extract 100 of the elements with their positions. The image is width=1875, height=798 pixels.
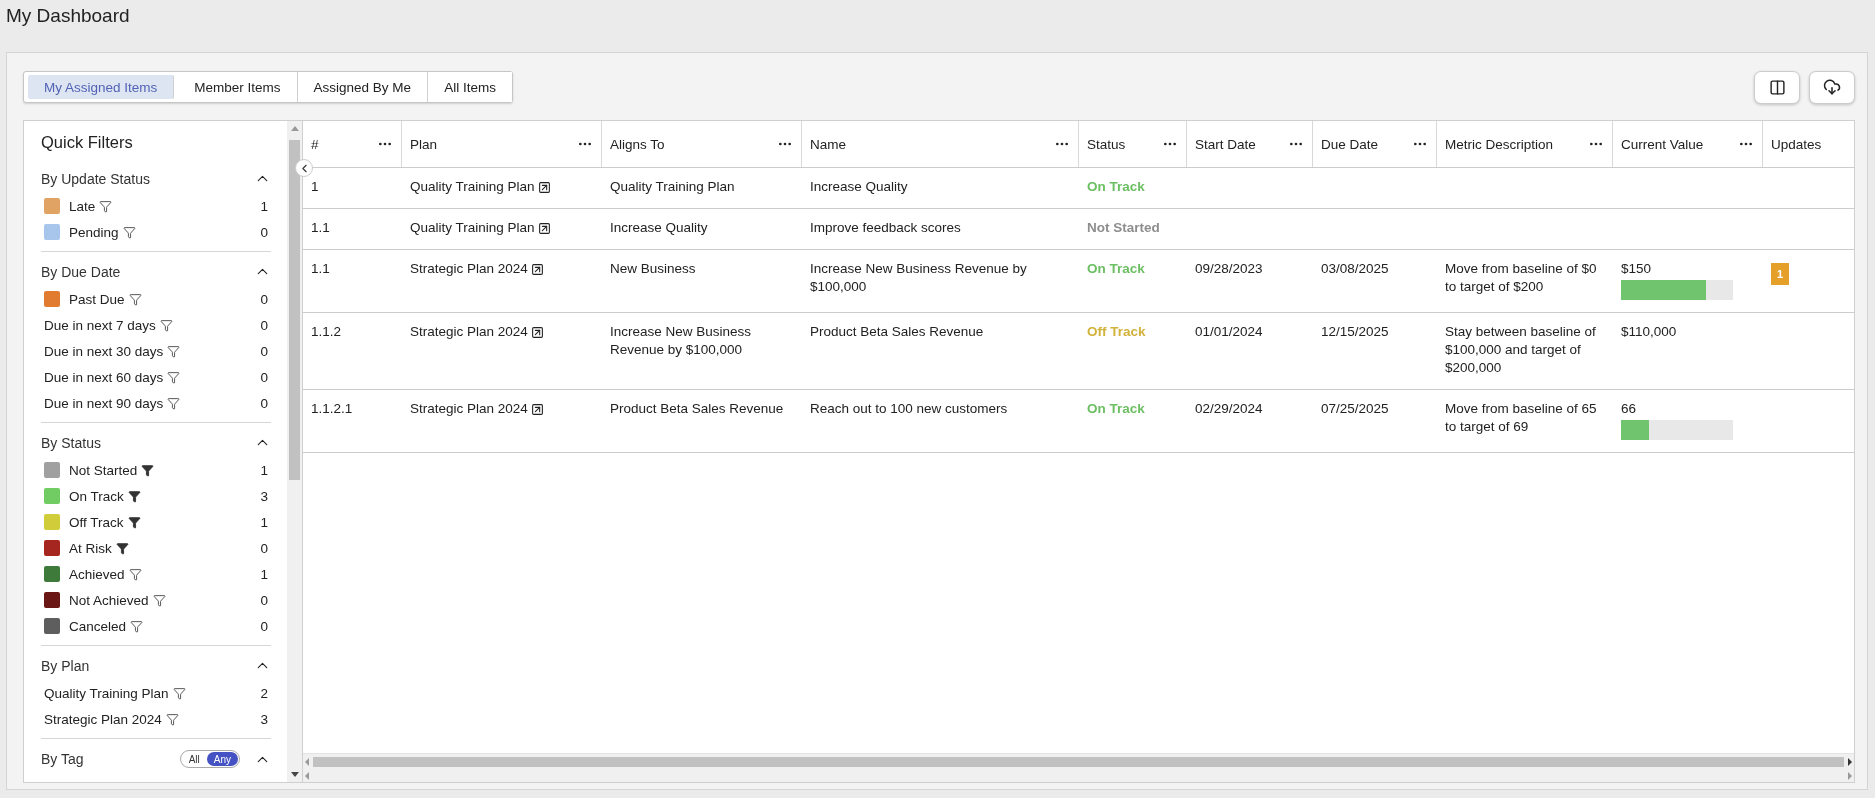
column-header[interactable]: Name — [802, 121, 1079, 167]
column-header[interactable]: Updates — [1763, 121, 1854, 167]
toggle-option[interactable]: All — [181, 752, 207, 766]
external-link-icon — [530, 325, 544, 339]
table-cell: 07/25/2025 — [1321, 401, 1389, 416]
table-cell: 1.1.2 — [311, 324, 342, 339]
panel-title: Quick Filters — [41, 133, 134, 152]
filter-label[interactable]: Past Due — [69, 291, 125, 307]
plan-link[interactable]: Quality Training Plan — [410, 219, 551, 237]
external-link-icon — [530, 262, 544, 276]
filter-count: 0 — [260, 369, 269, 385]
table-cell: Increase New Business Revenue by $100,000 — [810, 261, 1027, 294]
filter-icon[interactable] — [141, 463, 155, 477]
filter-label[interactable]: Achieved — [69, 566, 125, 582]
table-cell: Increase New Business Revenue by $100,000 — [610, 324, 752, 357]
column-header[interactable]: Aligns To — [602, 121, 802, 167]
filter-label[interactable]: Due in next 30 days — [44, 343, 164, 359]
external-link-icon — [537, 180, 551, 194]
section-title: By Due Date — [41, 263, 121, 280]
column-header[interactable]: Current Value — [1613, 121, 1763, 167]
tab[interactable]: All Items — [428, 72, 512, 102]
download-button[interactable] — [1809, 70, 1855, 104]
filter-icon[interactable] — [152, 593, 166, 607]
filter-count: 0 — [260, 618, 269, 634]
filter-count: 0 — [260, 395, 269, 411]
column-header[interactable]: Metric Description — [1437, 121, 1613, 167]
filter-label[interactable]: Not Started — [69, 462, 138, 478]
section-title: By Tag — [41, 751, 84, 767]
tab[interactable]: Member Items — [178, 72, 298, 102]
filter-count: 1 — [260, 514, 269, 530]
filter-label[interactable]: Off Track — [69, 514, 124, 530]
column-header[interactable]: Plan — [402, 121, 602, 167]
external-link-icon — [537, 221, 551, 235]
table-cell: 1.1 — [311, 261, 330, 276]
filter-label[interactable]: Quality Training Plan — [44, 685, 169, 701]
filter-icon[interactable] — [122, 225, 136, 239]
table-cell: Reach out to 100 new customers — [810, 401, 1008, 416]
scrollbar[interactable] — [287, 121, 302, 782]
filter-count: 1 — [260, 566, 269, 582]
status-text: Off Track — [1087, 324, 1146, 339]
filter-label[interactable]: Canceled — [69, 618, 127, 634]
table-cell: Stay between baseline of $100,000 and target of $200,000 — [1445, 324, 1596, 375]
filter-icon[interactable] — [128, 567, 142, 581]
table-cell: 66 — [1621, 401, 1637, 416]
status-text: On Track — [1087, 261, 1145, 276]
filter-label[interactable]: Pending — [69, 224, 119, 240]
plan-link[interactable]: Quality Training Plan — [410, 178, 551, 196]
tab[interactable]: My Assigned Items — [28, 75, 175, 99]
filter-icon[interactable] — [127, 515, 141, 529]
scrollbar[interactable] — [303, 753, 1854, 782]
filter-icon[interactable] — [127, 489, 141, 503]
external-link-icon — [530, 402, 544, 416]
filter-count: 1 — [260, 198, 269, 214]
table-cell: 02/29/2024 — [1195, 401, 1263, 416]
filter-label[interactable]: Not Achieved — [69, 592, 149, 608]
status-text: On Track — [1087, 401, 1145, 416]
filter-label[interactable]: Strategic Plan 2024 — [44, 711, 162, 727]
columns-button[interactable] — [1754, 70, 1800, 104]
table-cell: Move from baseline of $0 to target of $200 — [1445, 261, 1597, 294]
table-cell: $150 — [1621, 261, 1652, 276]
filter-label[interactable]: At Risk — [69, 540, 112, 556]
plan-link[interactable]: Strategic Plan 2024 — [410, 323, 544, 341]
section-title: By Status — [41, 434, 101, 451]
filter-count: 0 — [260, 343, 269, 359]
filter-icon[interactable] — [167, 370, 181, 384]
filter-icon[interactable] — [165, 712, 179, 726]
filter-icon[interactable] — [99, 199, 113, 213]
table-cell: 01/01/2024 — [1195, 324, 1263, 339]
filter-label[interactable]: Due in next 90 days — [44, 395, 164, 411]
filter-icon[interactable] — [172, 686, 186, 700]
column-header[interactable]: Due Date — [1313, 121, 1437, 167]
tab[interactable]: Assigned By Me — [297, 72, 429, 102]
filter-icon[interactable] — [159, 318, 173, 332]
plan-link[interactable]: Strategic Plan 2024 — [410, 400, 544, 418]
filter-icon[interactable] — [167, 344, 181, 358]
table-cell: 1 — [311, 179, 319, 194]
section-title: By Update Status — [41, 170, 150, 187]
column-header[interactable]: # — [303, 121, 402, 167]
status-text: On Track — [1087, 179, 1145, 194]
filter-icon[interactable] — [130, 619, 144, 633]
column-header[interactable]: Start Date — [1187, 121, 1313, 167]
table-cell: Product Beta Sales Revenue — [610, 401, 784, 416]
updates-badge: 1 — [1771, 263, 1790, 285]
filter-icon[interactable] — [128, 292, 142, 306]
filter-icon[interactable] — [115, 541, 129, 555]
toggle-option[interactable]: Any — [206, 752, 238, 766]
table-cell: 12/15/2025 — [1321, 324, 1389, 339]
plan-link[interactable]: Strategic Plan 2024 — [410, 260, 544, 278]
filter-label[interactable]: Late — [69, 198, 96, 214]
table-cell: 03/08/2025 — [1321, 261, 1389, 276]
filter-label[interactable]: Due in next 7 days — [44, 317, 156, 333]
table-cell: New Business — [610, 261, 696, 276]
filter-label[interactable]: On Track — [69, 488, 124, 504]
filter-count: 0 — [260, 291, 269, 307]
filter-count: 0 — [260, 540, 269, 556]
table-cell: Quality Training Plan — [610, 179, 735, 194]
filter-count: 0 — [260, 317, 269, 333]
filter-label[interactable]: Due in next 60 days — [44, 369, 164, 385]
filter-icon[interactable] — [167, 396, 181, 410]
column-header[interactable]: Status — [1079, 121, 1187, 167]
